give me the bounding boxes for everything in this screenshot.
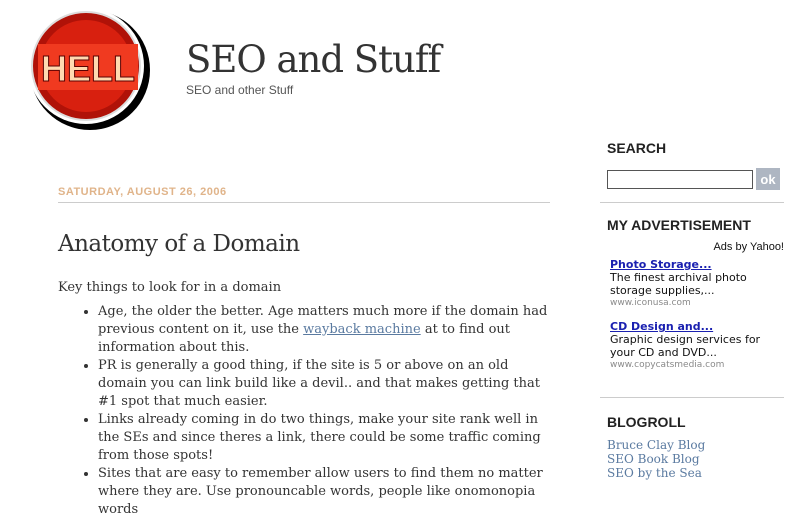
ad-title-link[interactable]: CD Design and...: [610, 320, 713, 333]
ad-url[interactable]: www.iconusa.com: [610, 297, 784, 310]
blogroll-list: Bruce Clay Blog SEO Book Blog SEO by the…: [607, 438, 784, 480]
post-date: SATURDAY, AUGUST 26, 2006: [58, 186, 550, 203]
post-bullet-list: Age, the older the better. Age matters m…: [58, 303, 550, 519]
post-intro: Key things to look for in a domain: [58, 280, 282, 295]
wayback-machine-link[interactable]: wayback machine: [303, 322, 421, 337]
ad-item: CD Design and... Graphic design services…: [610, 320, 784, 372]
list-item: Age, the older the better. Age matters m…: [98, 303, 550, 357]
ad-description: Graphic design services for your CD and …: [610, 333, 761, 359]
blog-title[interactable]: SEO and Stuff: [186, 38, 441, 81]
search-heading: SEARCH: [607, 140, 667, 156]
ad-item: Photo Storage... The finest archival pho…: [610, 258, 784, 310]
sidebar-divider: [600, 202, 784, 203]
search-form: ok: [607, 168, 784, 190]
blogroll-link[interactable]: SEO by the Sea: [607, 466, 784, 480]
logo-text: HELL: [41, 48, 135, 89]
ads-by-yahoo[interactable]: Ads by Yahoo!: [600, 241, 784, 253]
post-title[interactable]: Anatomy of a Domain: [58, 231, 550, 257]
ad-url[interactable]: www.copycatsmedia.com: [610, 359, 784, 372]
blog-logo[interactable]: HELL: [24, 4, 152, 132]
ad-description: The finest archival photo storage suppli…: [610, 271, 747, 297]
blog-description: SEO and other Stuff: [186, 83, 294, 97]
ads-heading: MY ADVERTISEMENT: [607, 217, 751, 233]
blogroll-heading: BLOGROLL: [607, 414, 686, 430]
search-ok-button[interactable]: ok: [756, 168, 780, 190]
search-input[interactable]: [607, 169, 753, 189]
sidebar-divider: [600, 397, 784, 398]
sidebar: SEARCH ok MY ADVERTISEMENT Ads by Yahoo!…: [600, 140, 784, 480]
main-content: SATURDAY, AUGUST 26, 2006 Anatomy of a D…: [58, 186, 550, 519]
blogroll-link[interactable]: Bruce Clay Blog: [607, 438, 784, 452]
list-item: Sites that are easy to remember allow us…: [98, 465, 550, 519]
list-item: Links already coming in do two things, m…: [98, 411, 550, 465]
list-item: PR is generally a good thing, if the sit…: [98, 357, 550, 411]
ad-title-link[interactable]: Photo Storage...: [610, 258, 712, 271]
blogroll-link[interactable]: SEO Book Blog: [607, 452, 784, 466]
